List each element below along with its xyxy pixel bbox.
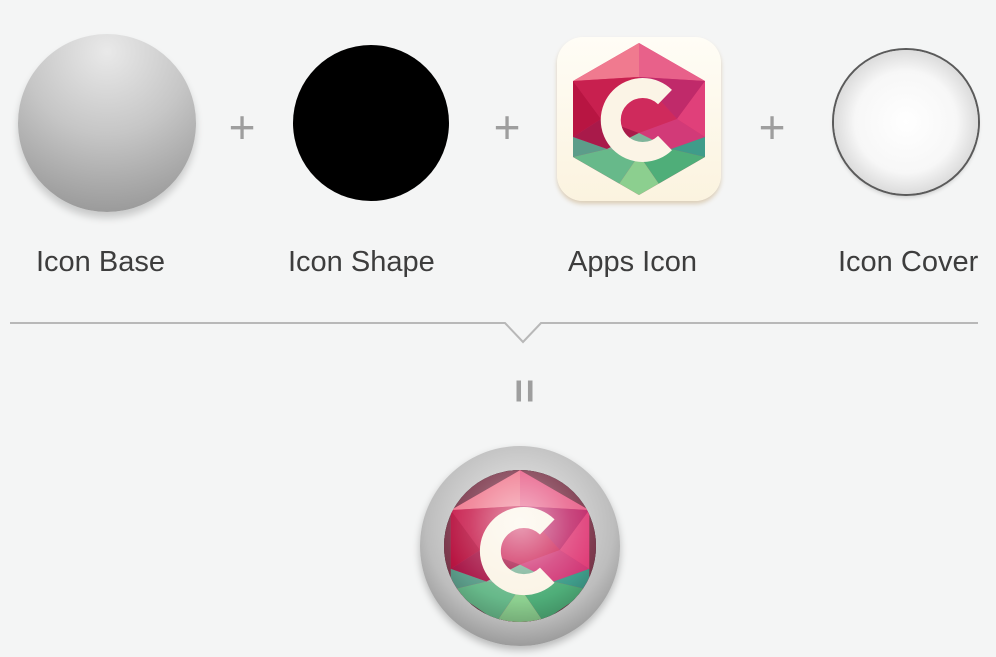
plus-operator-2: +	[493, 101, 521, 153]
equals-operator: =	[501, 374, 548, 408]
icon-base-label: Icon Base	[36, 246, 165, 278]
plus-operator-1: +	[228, 101, 256, 153]
icon-base-circle-icon	[18, 34, 196, 212]
result-composited-icon	[420, 446, 620, 646]
result-gloss-overlay	[444, 470, 596, 622]
apps-icon-tile	[557, 37, 721, 201]
icon-shape-circle-icon	[293, 45, 449, 201]
apps-icon-label: Apps Icon	[568, 246, 697, 278]
diagram-canvas: Icon Base + Icon Shape + Apps Icon + Ico…	[0, 0, 996, 657]
hexagon-c-logo-icon	[573, 43, 705, 195]
icon-cover-glass-icon	[834, 50, 978, 194]
icon-shape-label: Icon Shape	[288, 246, 435, 278]
equals-symbol: =	[501, 378, 548, 404]
icon-cover-label: Icon Cover	[838, 246, 979, 278]
plus-operator-3: +	[758, 101, 786, 153]
section-divider	[10, 322, 978, 344]
